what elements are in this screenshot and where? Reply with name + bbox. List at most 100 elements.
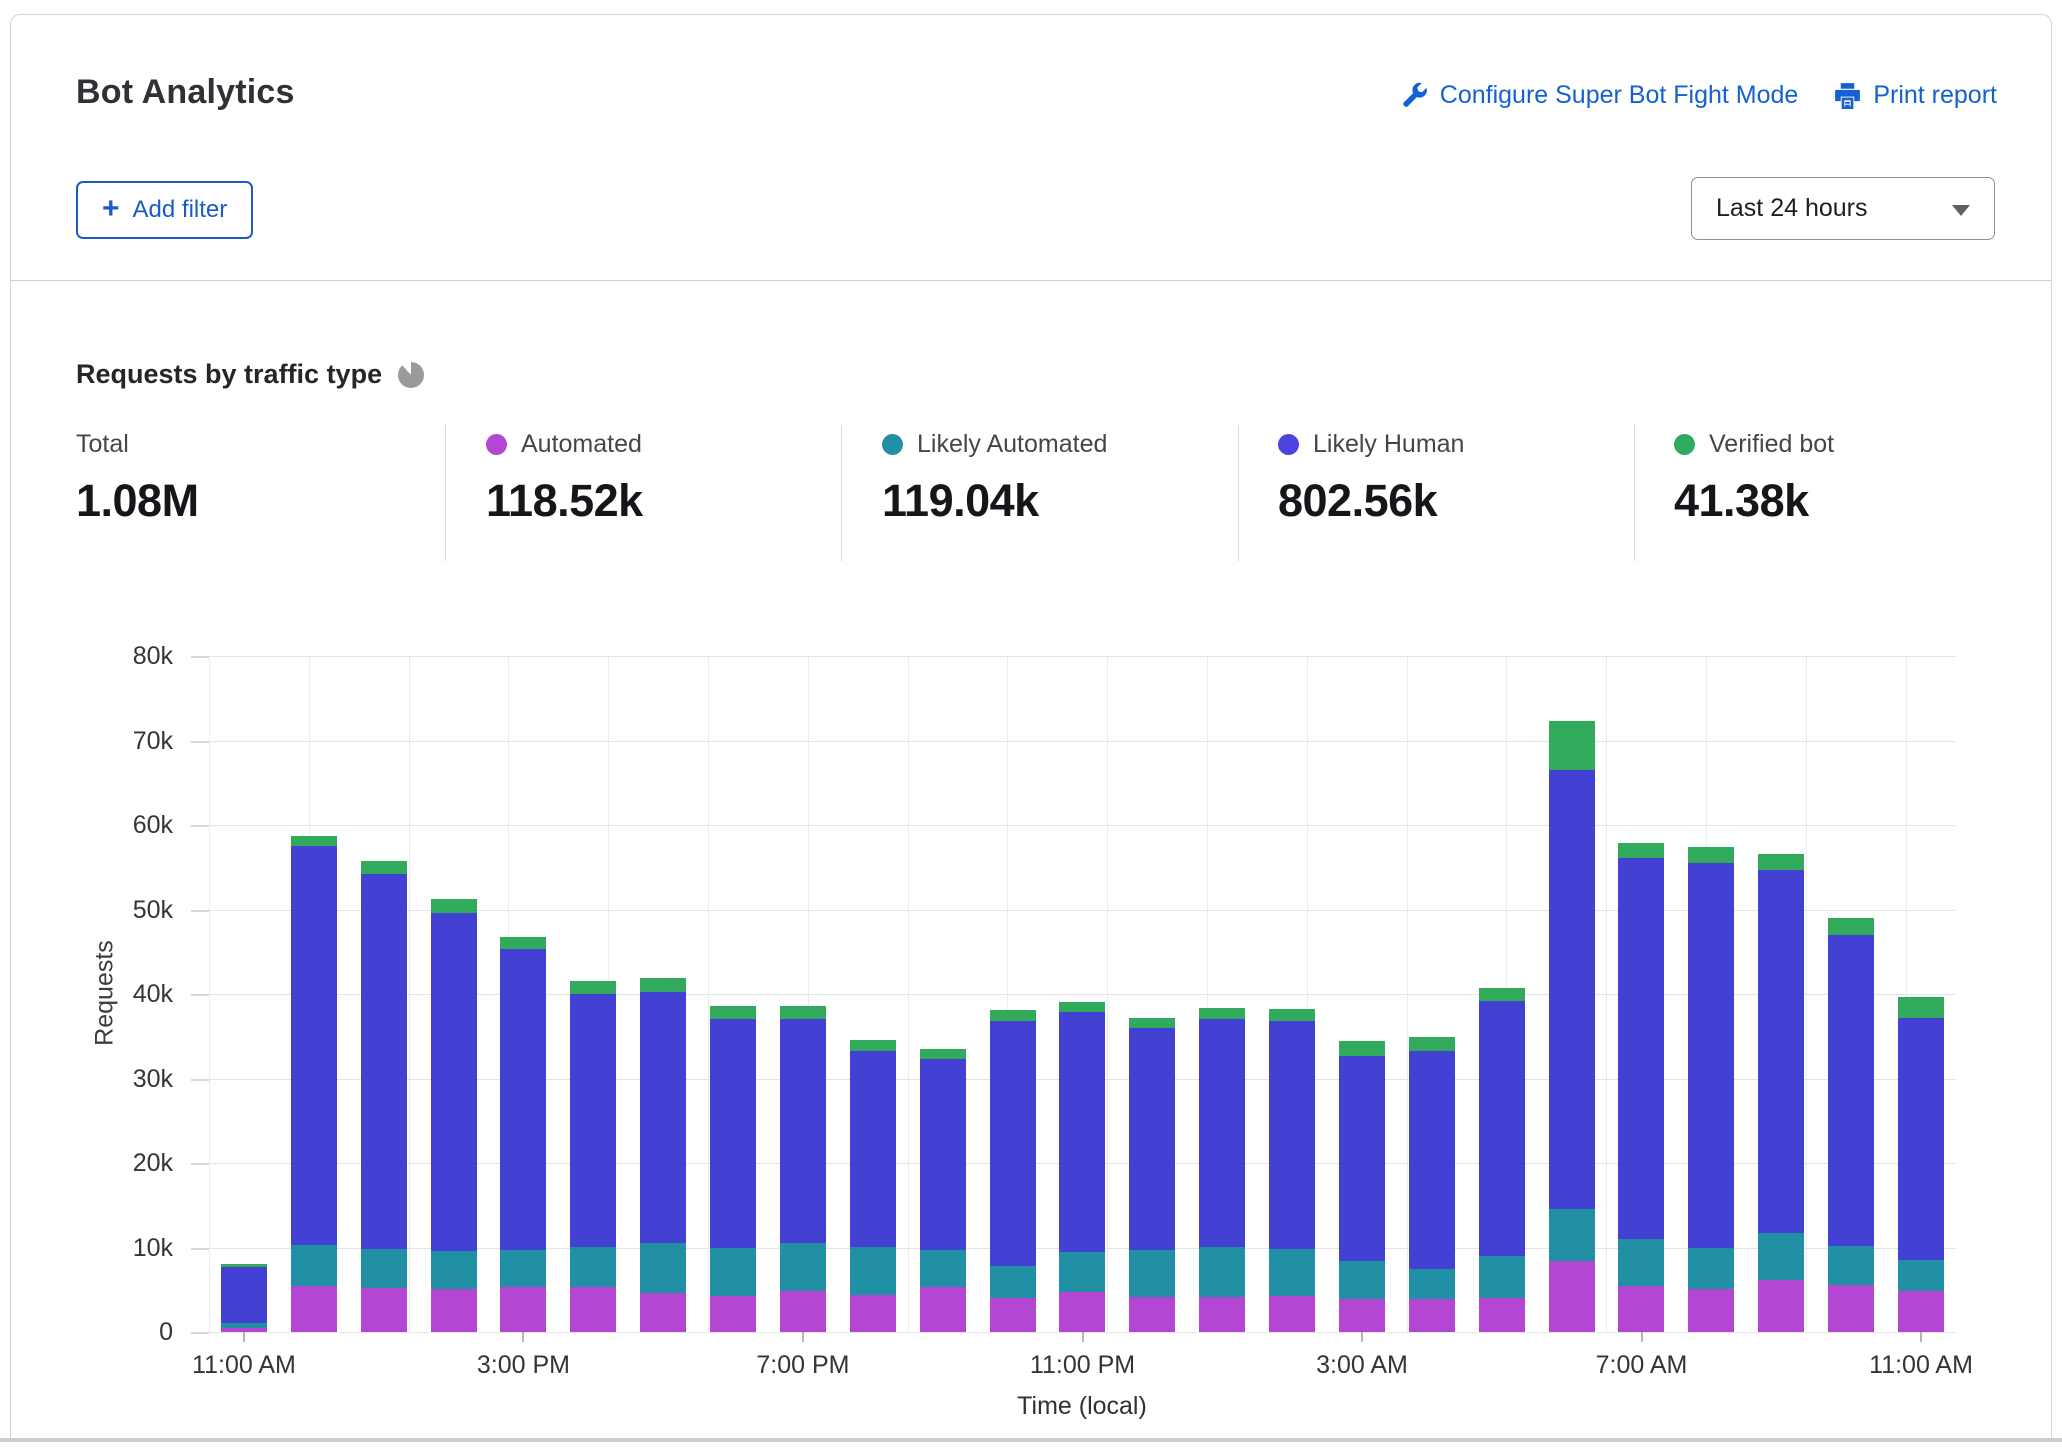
bar-segment-likely-human[interactable] (1129, 1028, 1175, 1250)
bar-segment-automated[interactable] (1409, 1299, 1455, 1332)
stacked-bar[interactable] (1618, 843, 1664, 1332)
bar-segment-likely-human[interactable] (570, 994, 616, 1247)
bar-segment-likely-human[interactable] (920, 1059, 966, 1250)
bar-segment-automated[interactable] (710, 1296, 756, 1332)
bar-segment-verified-bot[interactable] (1059, 1002, 1105, 1012)
bar-segment-automated[interactable] (1618, 1286, 1664, 1332)
bar-segment-likely-automated[interactable] (640, 1243, 686, 1293)
time-range-dropdown[interactable]: Last 24 hours (1691, 177, 1995, 240)
bar-segment-likely-human[interactable] (990, 1021, 1036, 1266)
bar-segment-verified-bot[interactable] (1549, 721, 1595, 770)
bar-segment-verified-bot[interactable] (850, 1040, 896, 1051)
bar-segment-verified-bot[interactable] (1129, 1018, 1175, 1028)
bar-segment-verified-bot[interactable] (1269, 1009, 1315, 1021)
stacked-bar[interactable] (920, 1049, 966, 1332)
bar-segment-verified-bot[interactable] (291, 836, 337, 846)
stacked-bar[interactable] (1129, 1018, 1175, 1332)
bar-segment-likely-automated[interactable] (1339, 1261, 1385, 1299)
bar-segment-likely-automated[interactable] (500, 1250, 546, 1287)
stacked-bar[interactable] (361, 861, 407, 1332)
bar-segment-likely-human[interactable] (1409, 1051, 1455, 1269)
stat-automated[interactable]: Automated118.52k (486, 429, 643, 527)
bar-segment-verified-bot[interactable] (1479, 988, 1525, 1001)
bar-segment-automated[interactable] (1199, 1297, 1245, 1332)
bar-segment-verified-bot[interactable] (710, 1006, 756, 1019)
bar-segment-automated[interactable] (780, 1291, 826, 1332)
bar-segment-automated[interactable] (990, 1298, 1036, 1332)
bar-segment-automated[interactable] (1898, 1291, 1944, 1332)
bar-segment-likely-automated[interactable] (920, 1250, 966, 1287)
bar-segment-likely-human[interactable] (431, 913, 477, 1251)
bar-segment-verified-bot[interactable] (1828, 918, 1874, 935)
bar-segment-likely-human[interactable] (1059, 1012, 1105, 1252)
bar-segment-verified-bot[interactable] (1758, 854, 1804, 870)
bar-segment-verified-bot[interactable] (920, 1049, 966, 1059)
bar-segment-likely-automated[interactable] (1479, 1256, 1525, 1298)
bar-segment-likely-automated[interactable] (1199, 1247, 1245, 1297)
stacked-bar[interactable] (850, 1040, 896, 1332)
stacked-bar[interactable] (1409, 1037, 1455, 1332)
bar-segment-verified-bot[interactable] (1339, 1041, 1385, 1055)
bar-segment-likely-human[interactable] (710, 1019, 756, 1248)
bar-segment-likely-automated[interactable] (1898, 1260, 1944, 1290)
bar-segment-likely-automated[interactable] (1129, 1250, 1175, 1296)
bar-segment-likely-human[interactable] (1199, 1019, 1245, 1246)
stacked-bar[interactable] (500, 937, 546, 1332)
bar-segment-likely-human[interactable] (1618, 858, 1664, 1239)
stacked-bar[interactable] (1688, 847, 1734, 1332)
stacked-bar[interactable] (1898, 997, 1944, 1332)
bar-segment-automated[interactable] (1129, 1297, 1175, 1332)
stacked-bar[interactable] (780, 1006, 826, 1332)
bar-segment-verified-bot[interactable] (1618, 843, 1664, 858)
bar-segment-likely-automated[interactable] (1688, 1248, 1734, 1289)
bar-segment-automated[interactable] (1059, 1292, 1105, 1332)
bar-segment-automated[interactable] (640, 1293, 686, 1332)
bar-segment-automated[interactable] (1828, 1285, 1874, 1332)
bar-segment-likely-automated[interactable] (990, 1266, 1036, 1298)
stat-verified-bot[interactable]: Verified bot41.38k (1674, 429, 1834, 527)
bar-segment-verified-bot[interactable] (990, 1010, 1036, 1021)
stacked-bar[interactable] (990, 1010, 1036, 1332)
bar-segment-likely-human[interactable] (1269, 1021, 1315, 1249)
stacked-bar[interactable] (291, 836, 337, 1332)
bar-segment-likely-automated[interactable] (780, 1243, 826, 1291)
bar-segment-likely-human[interactable] (500, 949, 546, 1250)
stacked-bar[interactable] (1758, 854, 1804, 1332)
bar-segment-likely-human[interactable] (1758, 870, 1804, 1233)
bar-segment-automated[interactable] (920, 1287, 966, 1332)
bar-segment-verified-bot[interactable] (500, 937, 546, 949)
bar-segment-verified-bot[interactable] (1898, 997, 1944, 1018)
stat-likely-human[interactable]: Likely Human802.56k (1278, 429, 1464, 527)
bar-segment-likely-human[interactable] (1479, 1001, 1525, 1256)
bar-segment-likely-human[interactable] (780, 1019, 826, 1244)
bar-segment-automated[interactable] (1269, 1296, 1315, 1332)
stacked-bar[interactable] (1828, 918, 1874, 1332)
bar-segment-automated[interactable] (1758, 1280, 1804, 1332)
bar-segment-automated[interactable] (431, 1289, 477, 1332)
stat-total[interactable]: Total1.08M (76, 429, 199, 527)
add-filter-button[interactable]: + Add filter (76, 181, 253, 239)
bar-segment-likely-human[interactable] (1898, 1018, 1944, 1261)
bar-segment-likely-automated[interactable] (431, 1251, 477, 1289)
bar-segment-likely-human[interactable] (640, 992, 686, 1244)
bar-segment-likely-automated[interactable] (291, 1245, 337, 1286)
bar-segment-likely-human[interactable] (1549, 770, 1595, 1209)
print-report-link[interactable]: Print report (1834, 81, 1997, 110)
bar-segment-likely-human[interactable] (1339, 1056, 1385, 1261)
bar-segment-likely-human[interactable] (1688, 863, 1734, 1248)
stacked-bar[interactable] (221, 1264, 267, 1332)
bar-segment-likely-automated[interactable] (1059, 1252, 1105, 1293)
bar-segment-likely-automated[interactable] (1409, 1269, 1455, 1299)
bar-segment-verified-bot[interactable] (1199, 1008, 1245, 1019)
bar-segment-verified-bot[interactable] (780, 1006, 826, 1019)
bar-segment-likely-automated[interactable] (361, 1249, 407, 1288)
stacked-bar[interactable] (1059, 1002, 1105, 1332)
bar-segment-verified-bot[interactable] (431, 899, 477, 913)
stacked-bar[interactable] (1479, 988, 1525, 1332)
bar-segment-automated[interactable] (850, 1295, 896, 1332)
bar-segment-automated[interactable] (1688, 1289, 1734, 1332)
bar-segment-likely-human[interactable] (1828, 935, 1874, 1246)
stacked-bar[interactable] (710, 1006, 756, 1332)
bar-segment-likely-automated[interactable] (1269, 1249, 1315, 1295)
bar-segment-automated[interactable] (361, 1288, 407, 1332)
